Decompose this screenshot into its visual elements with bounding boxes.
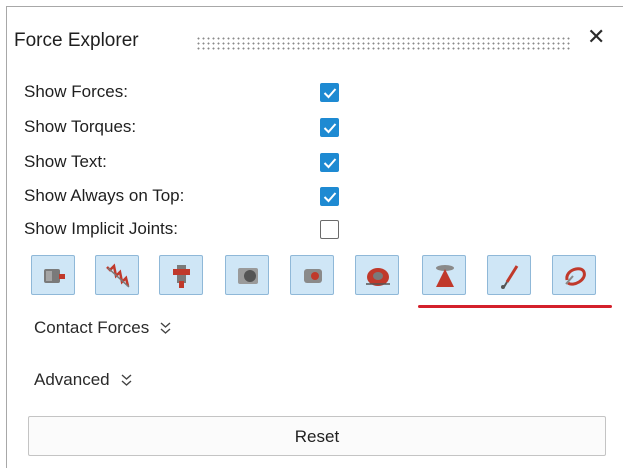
contact-tool-button[interactable]: [355, 255, 399, 295]
ring-force-icon: [565, 267, 586, 286]
cone-force-tool-button[interactable]: [422, 255, 466, 295]
spring-icon: [106, 263, 130, 288]
option-show-implicit-joints-label: Show Implicit Joints:: [24, 219, 178, 238]
chevron-down-icon: [120, 372, 133, 392]
option-show-torques-label: Show Torques:: [24, 117, 137, 136]
selection-underline: [418, 305, 612, 308]
actuator-tool-button[interactable]: [290, 255, 334, 295]
contact-forces-label: Contact Forces: [34, 318, 150, 337]
actuator-icon: [304, 269, 322, 283]
pen-force-tool-button[interactable]: [487, 255, 531, 295]
show-torques-checkbox[interactable]: [320, 118, 339, 137]
panel-title: Force Explorer: [14, 30, 139, 51]
option-show-always-on-top-label: Show Always on Top:: [24, 186, 185, 205]
ball-joint-icon: [238, 268, 258, 284]
show-text-checkbox[interactable]: [320, 153, 339, 172]
show-always-on-top-checkbox[interactable]: [320, 187, 339, 206]
pen-force-icon: [501, 265, 519, 289]
close-icon[interactable]: ✕: [587, 26, 605, 48]
ring-force-tool-button[interactable]: [552, 255, 596, 295]
joint-icon: [173, 265, 190, 288]
show-forces-checkbox[interactable]: [320, 83, 339, 102]
option-show-forces-label: Show Forces:: [24, 82, 128, 101]
contact-forces-section[interactable]: Contact Forces: [34, 318, 172, 340]
motor-icon: [44, 269, 65, 283]
joint-tool-button[interactable]: [159, 255, 203, 295]
cone-force-icon: [436, 265, 454, 287]
option-show-text-label: Show Text:: [24, 152, 107, 171]
drag-grip[interactable]: [196, 36, 570, 50]
reset-button[interactable]: Reset: [28, 416, 606, 456]
spring-tool-button[interactable]: [95, 255, 139, 295]
advanced-section[interactable]: Advanced: [34, 370, 133, 392]
chevron-down-icon: [159, 320, 172, 340]
show-implicit-joints-checkbox[interactable]: [320, 220, 339, 239]
motor-tool-button[interactable]: [31, 255, 75, 295]
advanced-label: Advanced: [34, 370, 110, 389]
ball-joint-tool-button[interactable]: [225, 255, 269, 295]
contact-icon: [366, 268, 390, 286]
